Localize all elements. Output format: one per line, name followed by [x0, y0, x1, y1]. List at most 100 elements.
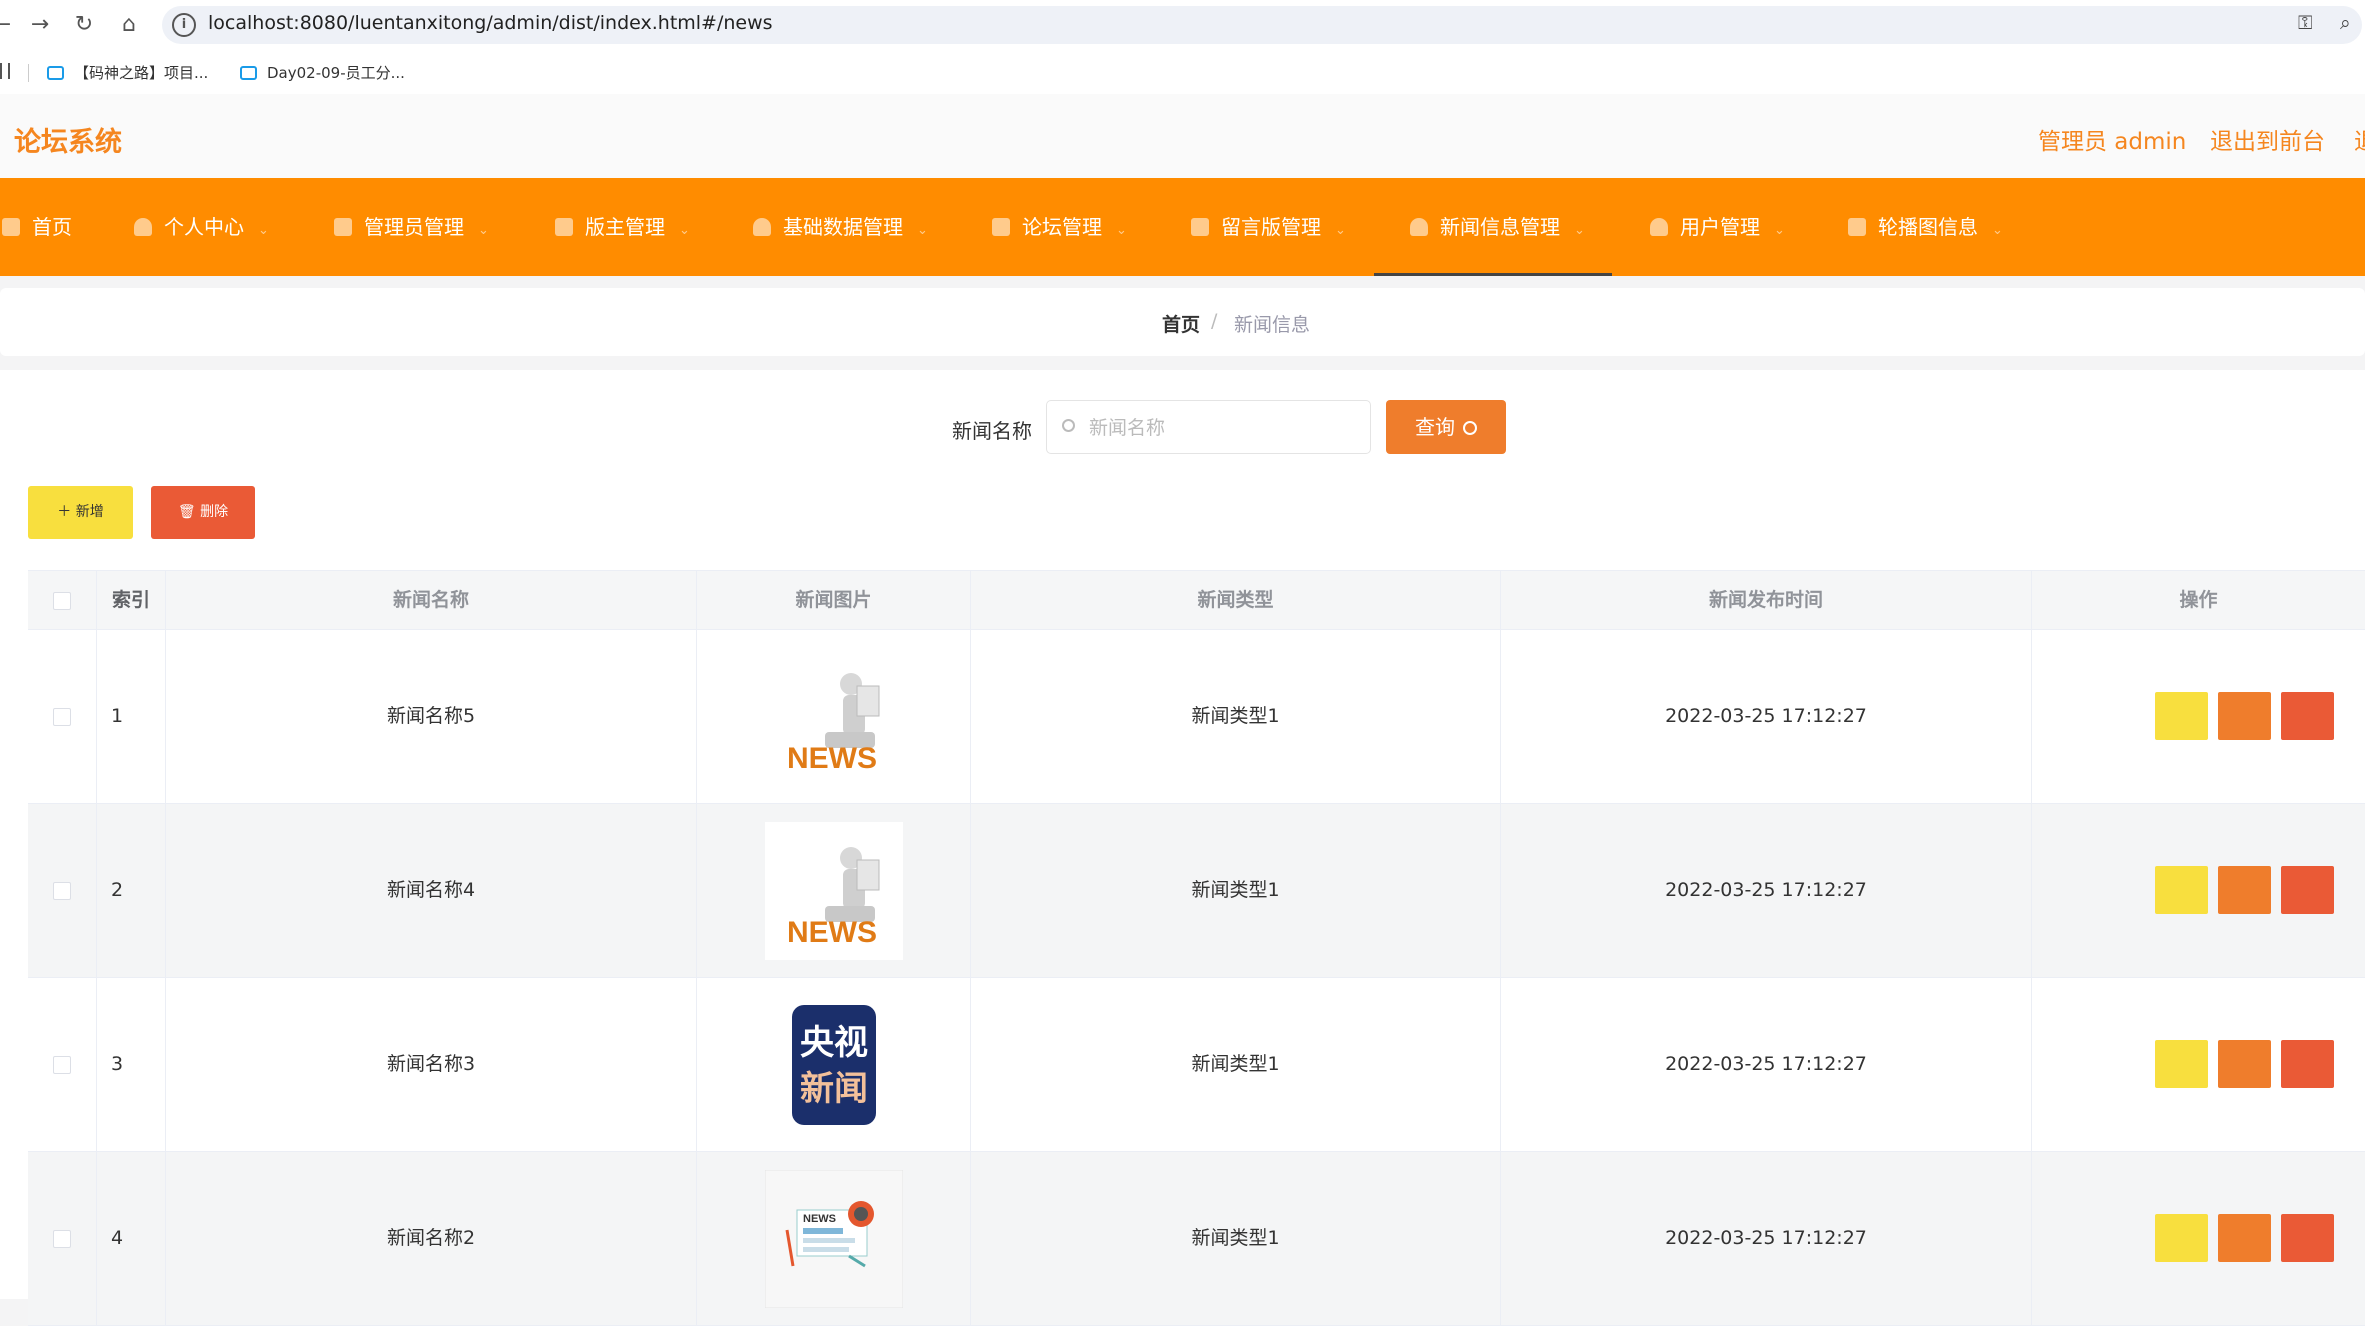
row-news-type: 新闻类型1: [971, 630, 1501, 803]
search-icon: [1062, 419, 1075, 432]
edit-button[interactable]: [2218, 692, 2271, 740]
row-index: 3: [97, 978, 166, 1151]
bookmark-item[interactable]: Day02-09-员工分...: [240, 62, 405, 83]
row-news-type: 新闻类型1: [971, 1152, 1501, 1325]
row-actions-cell: [2032, 1152, 2365, 1325]
password-key-icon[interactable]: ⚿: [2298, 12, 2312, 34]
nav-item-message-board-management[interactable]: 留言版管理 ⌄: [1191, 178, 1346, 276]
column-header-actions: 操作: [2179, 589, 2218, 611]
row-news-image-cell: NEWS: [697, 630, 971, 803]
breadcrumb-separator: /: [1211, 310, 1218, 332]
edit-button[interactable]: [2218, 1040, 2271, 1088]
chevron-down-icon: ⌄: [1335, 223, 1346, 238]
row-index: 2: [97, 804, 166, 977]
row-select-cell: [28, 804, 97, 977]
url-text[interactable]: localhost:8080/luentanxitong/admin/dist/…: [208, 12, 773, 34]
select-all-checkbox[interactable]: [53, 591, 71, 610]
row-delete-button[interactable]: [2281, 866, 2334, 914]
breadcrumb: 首页 / 新闻信息: [0, 288, 2365, 356]
detail-button[interactable]: [2155, 1040, 2208, 1088]
site-info-icon[interactable]: i: [172, 13, 196, 37]
reload-icon[interactable]: ↻: [70, 11, 98, 39]
nav-item-home[interactable]: 首页: [2, 178, 72, 276]
column-header-publish-time: 新闻发布时间: [1501, 571, 2032, 629]
zoom-search-icon[interactable]: ⌕: [2340, 12, 2351, 34]
logo-text-line2: 新闻: [800, 1069, 868, 1109]
bookmarks-separator: [28, 64, 29, 82]
column-header-image: 新闻图片: [697, 571, 971, 629]
nav-item-user-management[interactable]: 用户管理 ⌄: [1650, 178, 1785, 276]
nav-item-moderator-management[interactable]: 版主管理 ⌄: [555, 178, 690, 276]
chevron-down-icon: ⌄: [1574, 223, 1585, 238]
briefcase-icon: [334, 218, 352, 236]
app-header: 论坛系统 管理员 admin 退出到前台 退: [0, 94, 2365, 178]
search-input[interactable]: [1087, 412, 1361, 444]
logo-text-line1: 央视: [800, 1023, 868, 1063]
row-select-cell: [28, 630, 97, 803]
row-news-name: 新闻名称3: [166, 978, 697, 1151]
nav-item-admin-management[interactable]: 管理员管理 ⌄: [334, 178, 489, 276]
nav-item-carousel-info[interactable]: 轮播图信息 ⌄: [1848, 178, 2003, 276]
news-word-text: NEWS: [787, 742, 877, 775]
detail-button[interactable]: [2155, 1214, 2208, 1262]
breadcrumb-home[interactable]: 首页: [1162, 310, 1200, 337]
nav-item-news-management[interactable]: 新闻信息管理 ⌄: [1410, 178, 1585, 276]
row-news-name: 新闻名称4: [166, 804, 697, 977]
chevron-down-icon: ⌄: [1116, 223, 1127, 238]
nav-item-personal-center[interactable]: 个人中心 ⌄: [134, 178, 269, 276]
search-label: 新闻名称: [952, 419, 1032, 443]
breadcrumb-current: 新闻信息: [1234, 314, 1311, 336]
edit-button[interactable]: [2218, 1214, 2271, 1262]
exit-to-front-link[interactable]: 退出到前台: [2210, 122, 2325, 156]
bookmark-icon: [240, 66, 257, 80]
row-delete-button[interactable]: [2281, 1040, 2334, 1088]
browser-toolbar: ← → ↻ ⌂ i localhost:8080/luentanxitong/a…: [0, 0, 2365, 50]
trash-icon: 🗑: [177, 504, 201, 520]
row-checkbox[interactable]: [53, 1055, 71, 1074]
phone-icon: [1848, 218, 1866, 236]
row-checkbox[interactable]: [53, 707, 71, 726]
home-icon: [2, 218, 20, 236]
row-news-image-cell: 央视 新闻: [697, 978, 971, 1151]
table-row: 2 新闻名称4 NEWS 新闻类型1 2022-03-25 17:12:27: [28, 804, 2365, 978]
news-figure-image[interactable]: NEWS: [764, 647, 903, 786]
row-publish-time: 2022-03-25 17:12:27: [1501, 978, 2032, 1151]
cctv-news-logo-image[interactable]: 央视 新闻: [764, 995, 903, 1134]
news-paper-illustration-image[interactable]: NEWS: [764, 1169, 903, 1308]
chevron-down-icon: ⌄: [679, 223, 690, 238]
list-icon: [1191, 218, 1209, 236]
row-news-name: 新闻名称2: [166, 1152, 697, 1325]
news-figure-image[interactable]: NEWS: [764, 821, 903, 960]
row-delete-button[interactable]: [2281, 1214, 2334, 1262]
nav-item-base-data-management[interactable]: 基础数据管理 ⌄: [753, 178, 928, 276]
row-actions-cell: [2032, 978, 2365, 1151]
table-row: 1 新闻名称5 NEWS 新闻类型1 2022-03-25 17:12:27: [28, 630, 2365, 804]
detail-button[interactable]: [2155, 692, 2208, 740]
row-publish-time: 2022-03-25 17:12:27: [1501, 804, 2032, 977]
search-field[interactable]: [1046, 400, 1371, 454]
table-row: 3 新闻名称3 央视 新闻 新闻类型1 2022-03-25 17:12:27: [28, 978, 2365, 1152]
delete-button[interactable]: 🗑 删除: [151, 486, 255, 539]
query-button[interactable]: 查询: [1386, 400, 1506, 454]
edit-button[interactable]: [2218, 866, 2271, 914]
admin-user-label: 管理员 admin: [2038, 129, 2187, 155]
apps-grid-icon[interactable]: [0, 63, 10, 79]
row-news-name: 新闻名称5: [166, 630, 697, 803]
row-news-type: 新闻类型1: [971, 978, 1501, 1151]
row-delete-button[interactable]: [2281, 692, 2334, 740]
detail-button[interactable]: [2155, 866, 2208, 914]
row-news-image-cell: NEWS: [697, 1152, 971, 1325]
nav-item-forum-management[interactable]: 论坛管理 ⌄: [992, 178, 1127, 276]
chevron-down-icon: ⌄: [917, 223, 928, 238]
row-publish-time: 2022-03-25 17:12:27: [1501, 1152, 2032, 1325]
row-checkbox[interactable]: [53, 1229, 71, 1248]
back-arrow-icon[interactable]: ←: [0, 11, 16, 39]
row-actions-cell: [2032, 804, 2365, 977]
bookmark-item[interactable]: 【码神之路】项目...: [47, 62, 208, 83]
forward-arrow-icon[interactable]: →: [26, 11, 54, 39]
home-icon[interactable]: ⌂: [115, 11, 143, 39]
row-checkbox[interactable]: [53, 881, 71, 900]
app-title: 论坛系统: [14, 127, 122, 158]
add-button[interactable]: ＋ 新增: [28, 486, 133, 539]
exit-link[interactable]: 退: [2354, 122, 2365, 156]
